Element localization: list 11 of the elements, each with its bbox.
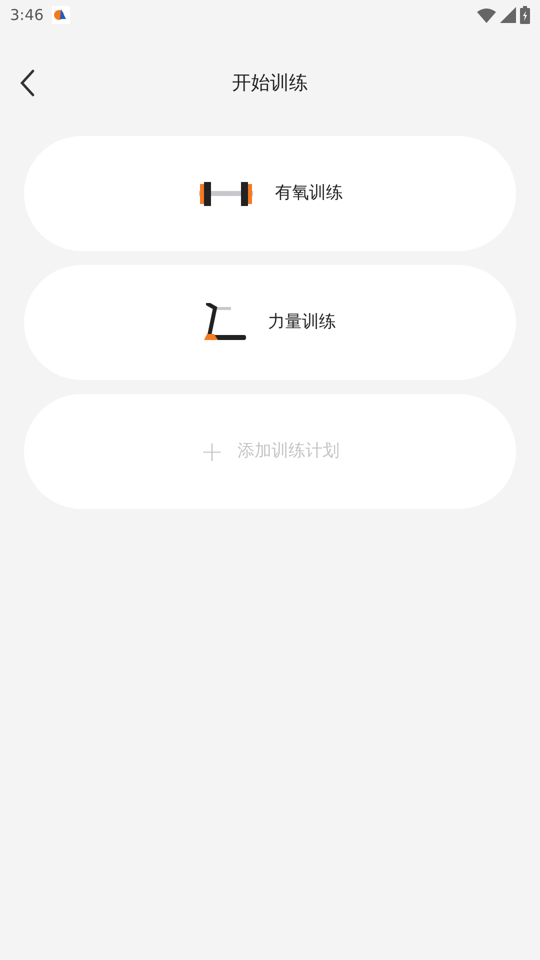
treadmill-icon [204,302,248,342]
page-title: 开始训练 [232,70,308,96]
app-notification-icon [52,6,70,24]
wifi-icon [477,8,496,22]
dumbbell-icon [197,180,255,206]
signal-icon [500,7,516,23]
status-time: 3:46 [10,4,44,26]
training-option-button[interactable]: 有氧训练 [24,136,516,251]
plus-icon: + [200,438,224,466]
training-option-button[interactable]: 力量训练 [24,265,516,380]
battery-icon [520,6,530,24]
